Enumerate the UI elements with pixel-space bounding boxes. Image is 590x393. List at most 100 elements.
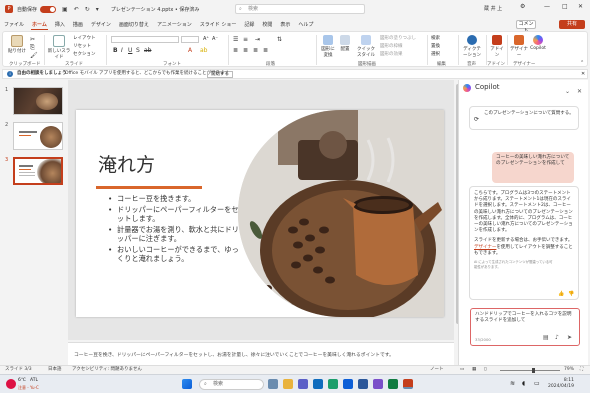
tab-file[interactable]: ファイル [0,21,28,30]
slide-title[interactable]: 淹れ方 [98,150,155,177]
comments-button[interactable]: コメント [516,20,536,34]
cut-icon[interactable]: ✂ [30,36,35,43]
tab-slideshow[interactable]: スライド ショー [196,21,241,30]
tab-draw[interactable]: 描画 [69,21,87,30]
weather-icon[interactable] [6,379,16,389]
collapse-ribbon-icon[interactable]: ⌃ [580,60,584,66]
justify-icon[interactable]: ≣ [263,47,268,54]
strikethrough-icon[interactable]: ab [144,47,152,54]
info-close-icon[interactable]: ✕ [581,70,585,78]
shrink-font-icon[interactable]: A⁻ [212,36,218,42]
volume-icon[interactable]: ◖ [522,380,525,387]
slide[interactable]: 淹れ方 コーヒー豆を挽きます。 ドリッパーにペーパーフィルターをセットします。 … [76,110,444,317]
designer-button[interactable]: デザイナー [510,35,528,58]
language[interactable]: 日本語 [48,366,62,374]
numbering-icon[interactable]: ≡ [243,36,248,43]
addins-button[interactable]: アドイン [489,35,505,58]
send-icon[interactable]: ➤ [567,334,572,341]
autosave-toggle[interactable] [40,5,57,13]
paste-button[interactable]: 貼り付け [6,35,28,54]
new-slide-button[interactable]: 新しいスライド [47,35,71,60]
text-direction-icon[interactable]: ⇅ [277,36,282,43]
close-icon[interactable]: ✕ [578,3,583,10]
copilot-app-icon[interactable] [373,379,383,389]
tab-help[interactable]: ヘルプ [294,21,317,30]
indent-icon[interactable]: ⇥ [255,36,260,43]
replace-button[interactable]: 置換 [431,43,440,49]
align-right-icon[interactable]: ≣ [253,47,258,54]
tab-view[interactable]: 表示 [276,21,294,30]
convert-shape-button[interactable]: 図形に変換 [320,35,336,58]
task-view-icon[interactable] [268,379,278,389]
find-button[interactable]: 検索 [431,35,440,41]
reading-view-icon[interactable]: ▯ [484,366,486,374]
quick-styles-button[interactable]: クイックスタイル [355,35,377,58]
highlight-icon[interactable]: ab [200,47,208,54]
search-input[interactable]: ⌕ 検索 [235,4,365,14]
share-button[interactable]: 共有 [559,20,585,29]
copilot-input[interactable]: ハンドドリップでコーヒーを入れるコツを説明するスライドを追加して 33/2000… [470,308,580,346]
redo-icon[interactable]: ↻ [85,6,90,13]
slide-bullets[interactable]: コーヒー豆を挽きます。 ドリッパーにペーパーフィルターをセットします。 計量器で… [108,194,240,265]
settings-icon[interactable]: ⚙ [520,3,525,10]
designer-link[interactable]: デザイナー [474,245,496,250]
taskbar-search[interactable]: ⌕ 検索 [199,379,264,390]
select-button[interactable]: 選択 [431,51,440,57]
tab-review[interactable]: 校閲 [258,21,276,30]
shadow-icon[interactable]: S [136,47,140,54]
font-name-select[interactable] [111,36,179,43]
zoom-slider-thumb[interactable] [532,368,535,373]
normal-view-icon[interactable]: ▭ [460,366,464,374]
accessibility-status[interactable]: アクセシビリティ: 問題ありません [72,366,142,374]
reset-button[interactable]: リセット [73,43,91,49]
notes-toggle[interactable]: ノート [430,366,444,374]
zoom-slider[interactable] [500,370,560,371]
sorter-view-icon[interactable]: ▦ [472,366,476,374]
copilot-button[interactable]: Copilot [529,35,547,51]
dictate-button[interactable]: ディクテーション [461,35,483,58]
customize-toolbar-icon[interactable]: ▾ [96,6,99,13]
format-painter-icon[interactable]: 🖌 [30,52,38,59]
battery-icon[interactable]: ▭ [534,380,540,387]
shape-effects-button[interactable]: 図形の効果 [380,51,403,57]
thumbs-up-icon[interactable]: 👍 [558,291,564,297]
slide-thumbnail-2[interactable] [13,122,63,150]
excel-icon[interactable] [388,379,398,389]
layout-button[interactable]: レイアウト [73,35,96,41]
undo-icon[interactable]: ↶ [74,6,79,13]
bold-icon[interactable]: B [113,47,118,54]
copilot-close-icon[interactable]: ✕ [577,84,582,99]
powerpoint-taskbar-icon[interactable] [403,379,413,389]
coffee-photo[interactable] [238,110,444,317]
store-icon[interactable] [343,379,353,389]
copilot-prompt-card[interactable]: ⟳ このプレゼンテーションについて質問する。 [469,106,579,130]
save-icon[interactable]: ▣ [62,6,68,13]
file-explorer-icon[interactable] [283,379,293,389]
tab-home[interactable]: ホーム [28,21,51,30]
section-button[interactable]: セクション [73,51,96,57]
attach-icon[interactable]: ▤ [543,334,549,341]
document-title[interactable]: プレゼンテーション 4.pptx • 保存済み [111,6,200,13]
align-left-icon[interactable]: ≣ [233,47,238,54]
microphone-icon[interactable]: ♪ [555,334,559,341]
outlook-icon[interactable] [313,379,323,389]
grow-font-icon[interactable]: A⁺ [203,36,209,42]
edge-icon[interactable] [328,379,338,389]
teams-icon[interactable] [298,379,308,389]
font-size-select[interactable] [181,36,199,43]
chevron-down-icon[interactable]: ⌄ [565,84,570,99]
info-start-button[interactable]: 開始する [207,71,233,78]
bullets-icon[interactable]: ☰ [233,36,238,43]
tab-insert[interactable]: 挿入 [51,21,69,30]
tab-transitions[interactable]: 画面切り替え [115,21,153,30]
clock[interactable]: 8:11 2024/04/19 [548,378,574,390]
user-name[interactable]: 蔵 井 上 [484,5,502,12]
italic-icon[interactable]: I [121,47,123,54]
shape-fill-button[interactable]: 図形の塗りつぶし [380,35,416,41]
slide-thumbnail-1[interactable] [13,87,63,115]
zoom-level[interactable]: 79% [564,366,574,374]
tab-animations[interactable]: アニメーション [153,21,196,30]
tab-design[interactable]: デザイン [87,21,115,30]
arrange-button[interactable]: 配置 [338,35,352,52]
minimize-icon[interactable]: — [544,3,550,10]
